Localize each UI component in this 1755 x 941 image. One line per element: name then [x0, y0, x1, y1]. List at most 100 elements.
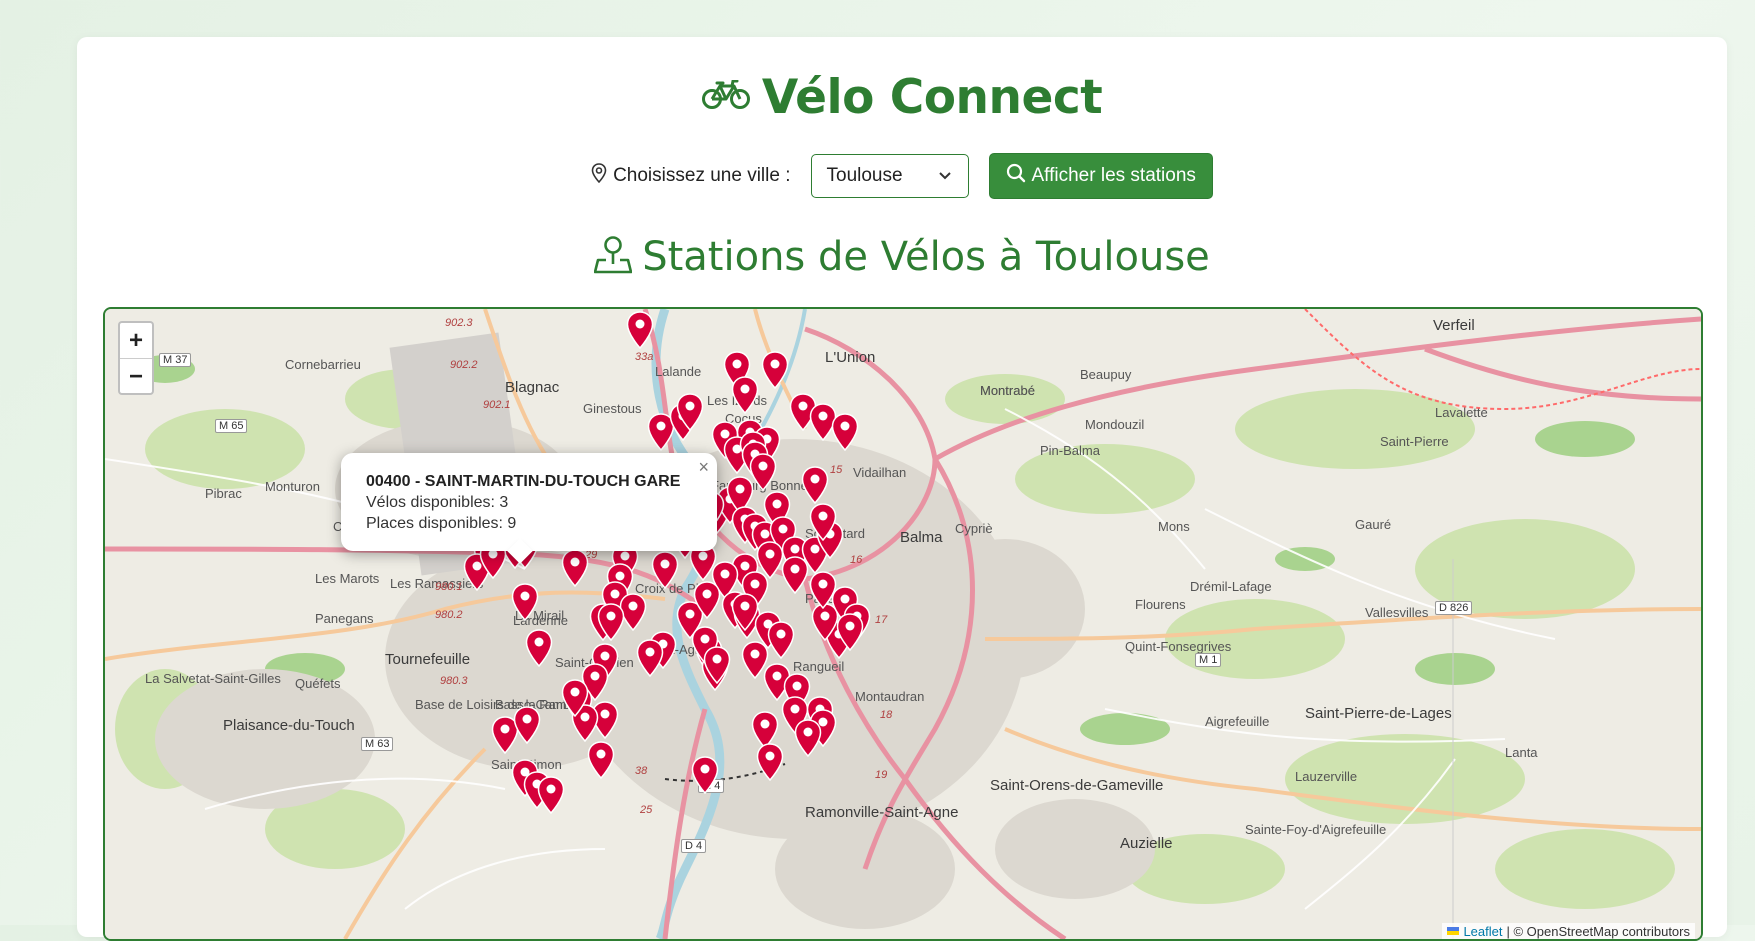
place-label: La Salvetat-Saint-Gilles — [145, 671, 281, 686]
road-label: 980.1 — [435, 581, 463, 593]
road-label: D 826 — [1435, 601, 1473, 615]
show-stations-label: Afficher les stations — [1031, 165, 1196, 186]
show-stations-button[interactable]: Afficher les stations — [988, 153, 1213, 199]
place-label: Gauré — [1355, 517, 1392, 532]
station-marker-icon[interactable] — [801, 466, 829, 505]
station-marker-icon[interactable] — [703, 646, 731, 685]
station-marker-icon[interactable] — [651, 551, 679, 590]
road-label: M 63 — [361, 737, 394, 751]
place-label: Mondouzil — [1085, 417, 1145, 432]
place-label: Lavalette — [1435, 405, 1488, 420]
station-marker-icon[interactable] — [597, 603, 625, 642]
bicycle-icon — [701, 79, 750, 115]
place-label: Cypriè — [955, 521, 993, 536]
place-label: Aigrefeuille — [1205, 714, 1270, 729]
place-label: Lanta — [1505, 745, 1538, 760]
place-label: Auzielle — [1120, 835, 1173, 852]
osm-attribution[interactable]: | © OpenStreetMap contributors — [1507, 924, 1691, 939]
chevron-down-icon — [938, 165, 952, 187]
road-label: 17 — [875, 614, 888, 626]
road-label: D 4 — [681, 839, 707, 853]
place-label: Les Marots — [315, 571, 380, 586]
place-label: Verfeil — [1433, 317, 1475, 334]
popup-close-icon[interactable]: × — [698, 457, 709, 478]
station-marker-icon[interactable] — [756, 743, 784, 782]
station-marker-icon[interactable] — [749, 453, 777, 492]
road-label: 25 — [640, 804, 653, 816]
page-title: Vélo Connect — [761, 69, 1103, 125]
header: Vélo Connect — [77, 61, 1727, 133]
place-label: L'Union — [825, 349, 876, 366]
station-marker-icon[interactable] — [693, 581, 721, 620]
station-marker-icon[interactable] — [561, 549, 589, 588]
station-marker-icon[interactable] — [537, 776, 565, 815]
road-label: 18 — [880, 709, 893, 721]
place-label: Panegans — [315, 611, 374, 626]
city-select[interactable]: Toulouse — [810, 154, 969, 198]
place-label: Saint-Pierre — [1380, 434, 1449, 449]
station-marker-icon[interactable] — [781, 556, 809, 595]
station-marker-icon[interactable] — [626, 311, 654, 350]
city-controls: Choisissez une ville : Toulouse Afficher… — [77, 152, 1727, 200]
road-label: M 1 — [1195, 653, 1222, 667]
popup-station-name: 00400 - SAINT-MARTIN-DU-TOUCH GARE — [366, 473, 681, 490]
station-marker-icon[interactable] — [587, 741, 615, 780]
zoom-control: + − — [118, 321, 154, 395]
place-label: Ramonville-Saint-Agne — [805, 804, 959, 821]
station-marker-icon[interactable] — [513, 706, 541, 745]
place-label: Vidailhan — [853, 465, 907, 480]
section-heading: Stations de Vélos à Toulouse — [77, 227, 1727, 287]
place-label: Pin-Balma — [1040, 443, 1100, 458]
station-marker-icon[interactable] — [836, 613, 864, 652]
road-label: 19 — [875, 769, 888, 781]
station-marker-icon[interactable] — [761, 351, 789, 390]
flag-icon — [1447, 927, 1460, 935]
road-label: M 65 — [215, 419, 248, 433]
road-label: 15 — [830, 464, 843, 476]
place-label: Drémil-Lafage — [1190, 579, 1272, 594]
station-marker-icon[interactable] — [691, 756, 719, 795]
place-label: Lalande — [655, 364, 702, 379]
station-marker-icon[interactable] — [831, 413, 859, 452]
place-label: Lauzerville — [1295, 769, 1358, 784]
place-label: Sainte-Foy-d'Aigrefeuille — [1245, 822, 1387, 837]
station-marker-icon[interactable] — [561, 679, 589, 718]
station-marker-icon[interactable] — [525, 629, 553, 668]
place-label: Plaisance-du-Touch — [223, 717, 355, 734]
station-marker-icon[interactable] — [731, 593, 759, 632]
road-label: 980.2 — [435, 609, 463, 621]
place-label: Montaudran — [855, 689, 925, 704]
place-label: Beaupuy — [1080, 367, 1132, 382]
city-label: Choisissez une ville : — [591, 163, 791, 189]
place-label: Base de Loisirs de la Ramée — [415, 697, 582, 712]
zoom-in-button[interactable]: + — [120, 323, 152, 359]
main-card: Vélo Connect Choisissez une ville : Toul… — [77, 37, 1727, 941]
map-attribution: Leaflet | © OpenStreetMap contributors — [1442, 923, 1695, 939]
place-label: Balma — [900, 529, 943, 546]
place-label: Blagnac — [505, 379, 560, 396]
search-icon — [1006, 163, 1026, 189]
place-label: Rangueil — [793, 659, 845, 674]
station-marker-icon[interactable] — [809, 503, 837, 542]
map-pin-icon — [593, 235, 633, 280]
station-popup: × 00400 - SAINT-MARTIN-DU-TOUCH GARE Vél… — [341, 453, 717, 564]
place-label: Pibrac — [205, 486, 242, 501]
location-pin-icon — [591, 163, 607, 189]
road-label: 902.2 — [450, 359, 478, 371]
popup-bikes: Vélos disponibles: 3 — [366, 494, 509, 511]
station-marker-icon[interactable] — [794, 719, 822, 758]
station-marker-icon[interactable] — [511, 583, 539, 622]
road-label: 38 — [635, 765, 648, 777]
popup-places: Places disponibles: 9 — [366, 515, 517, 532]
stations-map[interactable]: L'Union Lalande Blagnac Cornebarrieu Ginesto… — [103, 307, 1703, 941]
station-marker-icon[interactable] — [731, 376, 759, 415]
station-marker-icon[interactable] — [767, 621, 795, 660]
road-label: 980.3 — [440, 675, 468, 687]
place-label: Quéfets — [295, 676, 341, 691]
station-marker-icon[interactable] — [636, 639, 664, 678]
leaflet-link[interactable]: Leaflet — [1463, 924, 1502, 939]
place-label: Tournefeuille — [385, 651, 471, 668]
zoom-out-button[interactable]: − — [120, 359, 152, 394]
station-marker-icon[interactable] — [676, 393, 704, 432]
place-label: Ginestous — [583, 401, 642, 416]
